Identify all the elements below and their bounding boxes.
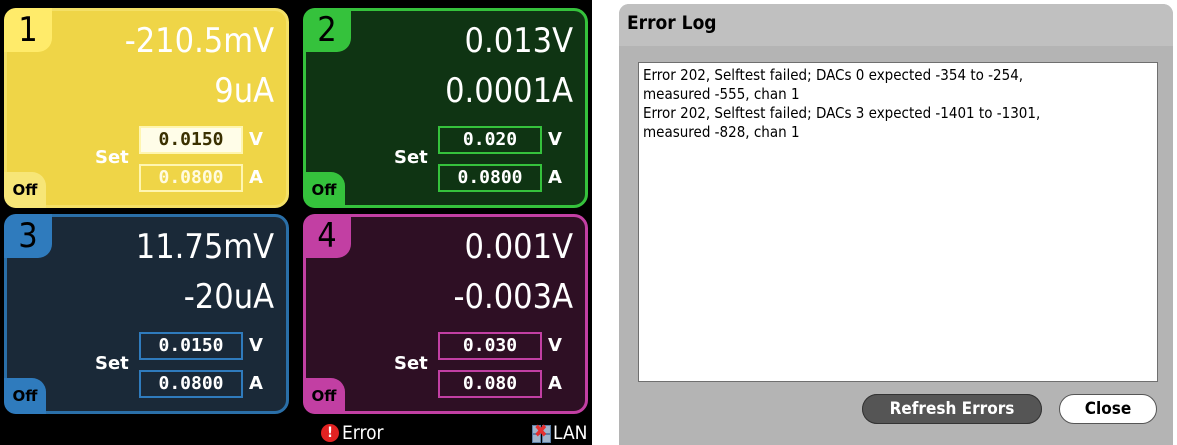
channel-number: 2 [303,8,351,52]
voltage-unit: V [548,129,562,150]
current-unit: A [249,373,263,394]
channel-number: 1 [4,8,52,52]
error-log-dialog: Error Log Error 202, Selftest failed; DA… [619,4,1173,445]
log-line: Error 202, Selftest failed; DACs 0 expec… [643,66,1024,84]
output-state-badge[interactable]: Off [4,172,46,208]
channel-4-panel[interactable]: 4 0.001V -0.003A Set 0.030 V 0.080 A Off [303,214,588,414]
measured-voltage: -210.5mV [124,21,274,61]
set-label: Set [394,353,428,374]
dialog-title: Error Log [627,12,717,34]
channel-number: 3 [4,214,52,258]
channel-2-panel[interactable]: 2 0.013V 0.0001A Set 0.020 V 0.0800 A Of… [303,8,588,208]
current-unit: A [548,167,562,188]
lan-disconnected-icon: ✖ [532,421,552,443]
voltage-setpoint-field[interactable]: 0.030 [438,332,542,360]
channel-3-panel[interactable]: 3 11.75mV -20uA Set 0.0150 V 0.0800 A Of… [4,214,289,414]
measured-current: 0.0001A [445,71,573,111]
current-setpoint-field[interactable]: 0.0800 [139,370,243,398]
current-setpoint-field[interactable]: 0.0800 [139,164,243,192]
measured-voltage: 0.001V [464,227,573,267]
error-status-indicator[interactable]: ! Error [321,421,384,445]
voltage-setpoint-field[interactable]: 0.0150 [139,332,243,360]
current-unit: A [249,167,263,188]
power-supply-display: 1 -210.5mV 9uA Set 0.0150 V 0.0800 A Off… [0,0,592,445]
close-button[interactable]: Close [1059,394,1157,424]
output-state-badge[interactable]: Off [4,378,46,414]
set-label: Set [394,147,428,168]
channel-1-panel[interactable]: 1 -210.5mV 9uA Set 0.0150 V 0.0800 A Off [4,8,289,208]
error-log-list[interactable]: Error 202, Selftest failed; DACs 0 expec… [638,62,1158,382]
error-status-label: Error [342,422,384,444]
lan-status-label: LAN [553,422,588,444]
measured-current: -20uA [183,277,274,317]
log-line: measured -828, chan 1 [643,123,800,141]
measured-current: -0.003A [453,277,574,317]
voltage-unit: V [548,335,562,356]
voltage-unit: V [249,335,263,356]
current-setpoint-field[interactable]: 0.0800 [438,164,542,192]
dialog-title-bar: Error Log [619,4,1173,46]
error-alert-icon: ! [321,424,339,442]
refresh-errors-button[interactable]: Refresh Errors [862,394,1042,424]
voltage-setpoint-field[interactable]: 0.0150 [139,126,243,154]
measured-voltage: 0.013V [464,21,573,61]
voltage-unit: V [249,129,263,150]
set-label: Set [95,147,129,168]
measured-current: 9uA [214,71,274,111]
channel-number: 4 [303,214,351,258]
output-state-badge[interactable]: Off [303,378,345,414]
measured-voltage: 11.75mV [135,227,274,267]
log-line: measured -555, chan 1 [643,85,800,103]
voltage-setpoint-field[interactable]: 0.020 [438,126,542,154]
lan-status-indicator[interactable]: ✖ LAN [532,421,587,445]
current-unit: A [548,373,562,394]
log-line: Error 202, Selftest failed; DACs 3 expec… [643,104,1041,122]
output-state-badge[interactable]: Off [303,172,345,208]
set-label: Set [95,353,129,374]
current-setpoint-field[interactable]: 0.080 [438,370,542,398]
